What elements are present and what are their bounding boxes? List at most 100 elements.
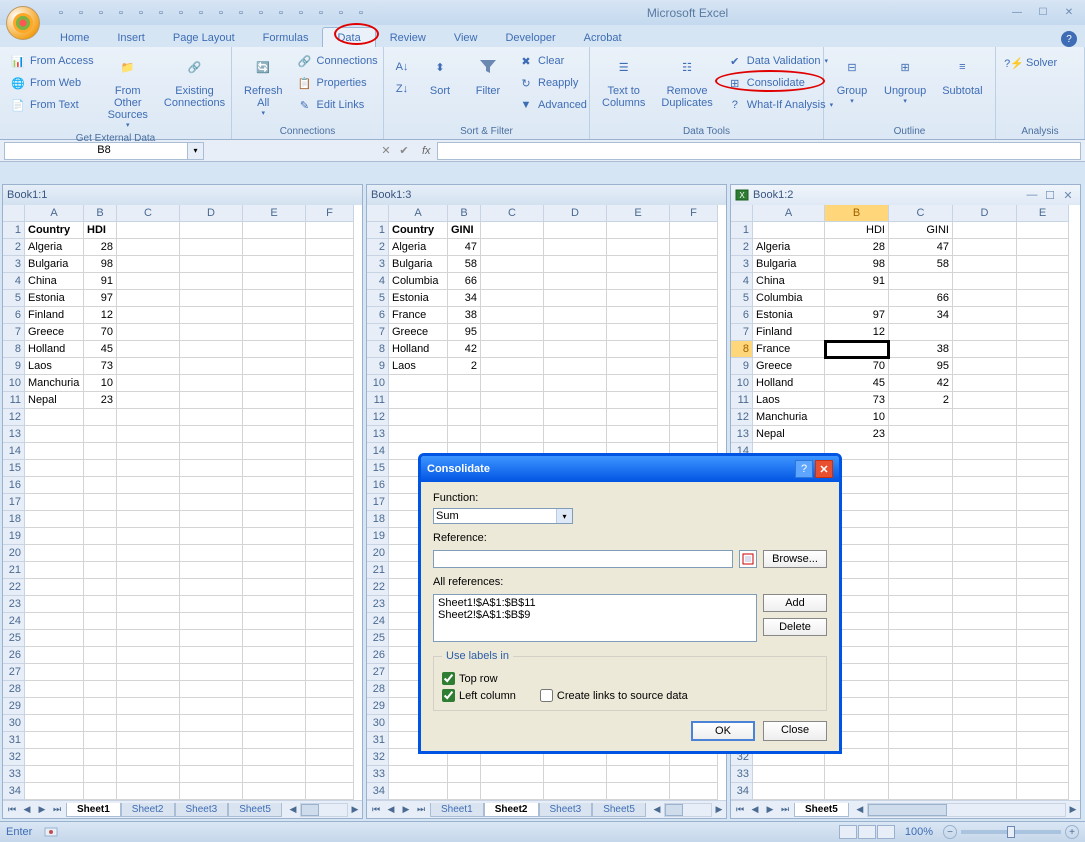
grid-header[interactable]: 1 (731, 222, 753, 239)
zoom-in-button[interactable]: + (1065, 825, 1079, 839)
cell[interactable] (889, 732, 953, 749)
cell[interactable] (953, 783, 1017, 800)
cell[interactable]: 95 (448, 324, 481, 341)
grid-header[interactable]: 15 (367, 460, 389, 477)
wb-close-button[interactable]: ✕ (1060, 188, 1076, 202)
cell[interactable] (117, 460, 180, 477)
cell[interactable] (180, 630, 243, 647)
properties-button[interactable]: 📋Properties (293, 73, 382, 93)
cell[interactable] (1017, 579, 1069, 596)
zoom-out-icon[interactable]: ▫ (232, 4, 250, 22)
cell[interactable] (889, 664, 953, 681)
cell[interactable]: Greece (389, 324, 448, 341)
cell[interactable] (180, 766, 243, 783)
cell[interactable] (481, 222, 544, 239)
cell[interactable] (544, 256, 607, 273)
grid-header[interactable] (367, 205, 389, 222)
formula-bar[interactable] (437, 142, 1081, 160)
cell[interactable] (825, 290, 889, 307)
cell[interactable] (1017, 562, 1069, 579)
cell[interactable] (544, 358, 607, 375)
cell[interactable] (825, 341, 889, 358)
grid-header[interactable]: C (117, 205, 180, 222)
cell[interactable]: Greece (753, 358, 825, 375)
cell[interactable] (306, 579, 354, 596)
leftcol-checkbox[interactable]: Left column (442, 689, 516, 702)
grid-header[interactable]: 5 (3, 290, 25, 307)
cell[interactable] (953, 681, 1017, 698)
cell[interactable] (1017, 443, 1069, 460)
cell[interactable] (243, 273, 306, 290)
cell[interactable]: 34 (448, 290, 481, 307)
cell[interactable] (753, 222, 825, 239)
cell[interactable] (607, 358, 670, 375)
cell[interactable] (953, 426, 1017, 443)
grid-header[interactable]: E (243, 205, 306, 222)
cell[interactable]: HDI (84, 222, 117, 239)
grid-header[interactable]: 29 (3, 698, 25, 715)
cell[interactable] (670, 426, 718, 443)
cell[interactable] (117, 545, 180, 562)
grid-header[interactable]: 8 (367, 341, 389, 358)
grid-header[interactable]: 32 (3, 749, 25, 766)
grid-header[interactable]: 27 (367, 664, 389, 681)
cell[interactable] (670, 307, 718, 324)
cell[interactable] (1017, 596, 1069, 613)
cell[interactable]: Columbia (389, 273, 448, 290)
cell[interactable] (544, 222, 607, 239)
grid-header[interactable]: 9 (3, 358, 25, 375)
cell[interactable] (117, 681, 180, 698)
cell[interactable] (306, 562, 354, 579)
cell[interactable] (25, 494, 84, 511)
cell[interactable] (117, 307, 180, 324)
cell[interactable]: 58 (448, 256, 481, 273)
cell[interactable] (243, 511, 306, 528)
cell[interactable] (889, 511, 953, 528)
cell[interactable] (84, 409, 117, 426)
cell[interactable]: China (753, 273, 825, 290)
cell[interactable] (243, 222, 306, 239)
sheet-tab[interactable]: Sheet1 (66, 803, 121, 817)
tab-home[interactable]: Home (46, 28, 103, 47)
cell[interactable] (117, 732, 180, 749)
cell[interactable] (180, 477, 243, 494)
cell[interactable]: 97 (825, 307, 889, 324)
cell[interactable] (180, 664, 243, 681)
grid-header[interactable]: 33 (367, 766, 389, 783)
sheet-nav-button[interactable]: ▶ (35, 803, 49, 817)
cell[interactable] (243, 664, 306, 681)
wb-minimize-button[interactable]: — (1024, 188, 1040, 202)
cell[interactable] (117, 579, 180, 596)
cell[interactable] (889, 324, 953, 341)
cell[interactable] (117, 766, 180, 783)
sheet-nav-button[interactable]: ⏭ (50, 803, 64, 817)
connections-button[interactable]: 🔗Connections (293, 51, 382, 71)
grid-header[interactable]: 19 (367, 528, 389, 545)
toprow-checkbox[interactable]: Top row (442, 672, 516, 685)
cell[interactable] (1017, 511, 1069, 528)
cell[interactable] (117, 256, 180, 273)
cell[interactable] (306, 732, 354, 749)
cell[interactable] (481, 341, 544, 358)
cell[interactable] (448, 392, 481, 409)
cell[interactable] (243, 443, 306, 460)
grid-header[interactable]: D (544, 205, 607, 222)
cell[interactable] (481, 358, 544, 375)
cell[interactable] (180, 528, 243, 545)
cell[interactable] (670, 222, 718, 239)
cell[interactable] (1017, 324, 1069, 341)
grid-header[interactable]: 7 (3, 324, 25, 341)
cell[interactable] (25, 409, 84, 426)
close-button[interactable]: ✕ (1057, 5, 1081, 21)
sort-desc-icon[interactable]: ▫ (212, 4, 230, 22)
cell[interactable] (306, 681, 354, 698)
cell[interactable] (953, 477, 1017, 494)
grid-header[interactable]: 29 (367, 698, 389, 715)
cell[interactable] (607, 290, 670, 307)
cell[interactable] (1017, 222, 1069, 239)
cell[interactable] (889, 545, 953, 562)
cell[interactable] (607, 375, 670, 392)
cell[interactable] (481, 324, 544, 341)
cell[interactable] (607, 392, 670, 409)
cell[interactable] (953, 256, 1017, 273)
